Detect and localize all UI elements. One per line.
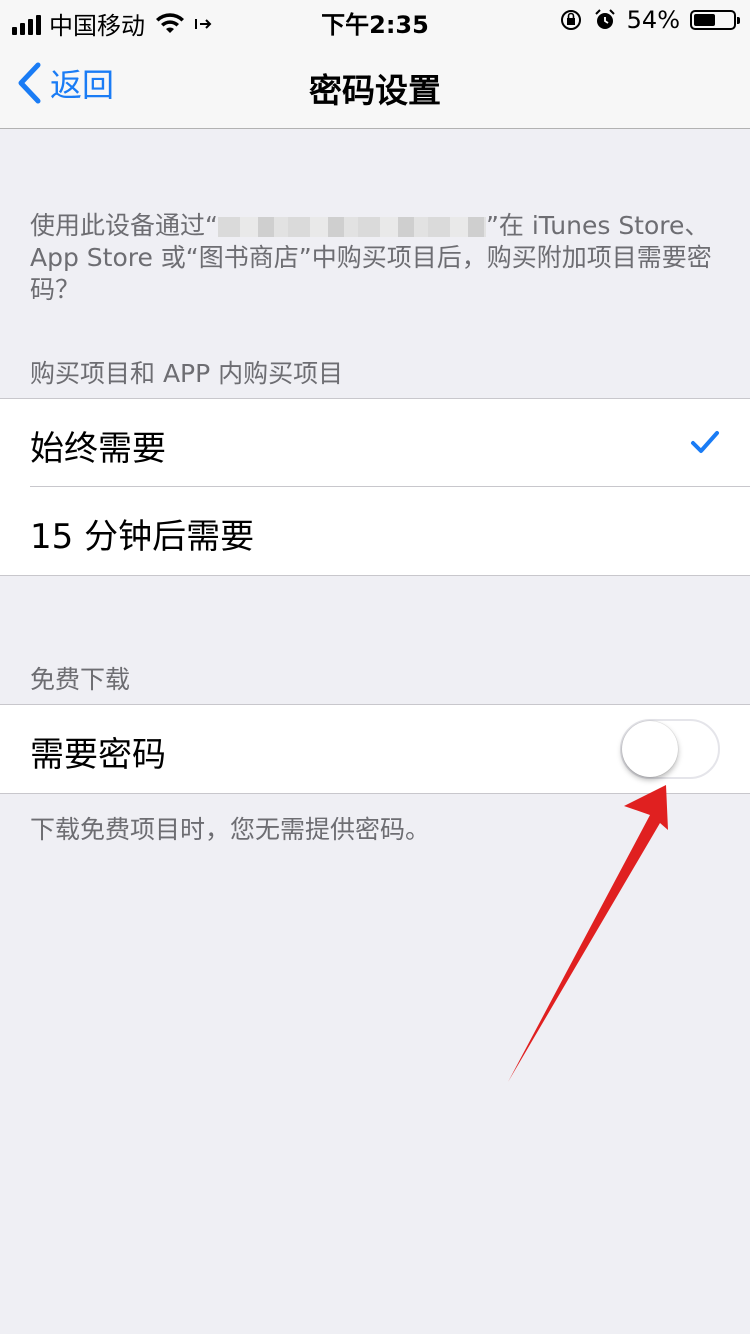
free-downloads-group: 需要密码	[0, 704, 750, 794]
battery-percent: 54%	[626, 6, 680, 34]
alarm-icon	[594, 9, 615, 29]
require-password-toggle[interactable]	[620, 719, 720, 779]
option-require-after-15-min[interactable]: 15 分钟后需要	[0, 487, 750, 575]
page-title: 密码设置	[309, 71, 441, 110]
option-label: 始终需要	[30, 429, 166, 469]
battery-icon	[690, 10, 740, 30]
option-always-require[interactable]: 始终需要	[0, 399, 750, 487]
toggle-knob	[622, 721, 678, 777]
status-right: 54%	[559, 6, 740, 34]
require-password-row: 需要密码	[0, 705, 750, 793]
free-downloads-footer: 下载免费项目时，您无需提供密码。	[30, 815, 431, 844]
section-header-purchases: 购买项目和 APP 内购买项目	[30, 359, 344, 388]
section-header-free-downloads: 免费下载	[30, 665, 131, 694]
purchase-options-group: 始终需要 15 分钟后需要	[0, 398, 750, 576]
battery-fill	[694, 14, 715, 26]
rotation-lock-icon	[560, 10, 581, 30]
navigation-bar: 返回 密码设置	[0, 40, 750, 129]
description-before: 使用此设备通过“	[30, 211, 218, 240]
redacted-account	[217, 217, 486, 237]
option-label: 15 分钟后需要	[30, 517, 255, 557]
checkmark-icon	[691, 431, 719, 453]
description-text: 使用此设备通过“ ”在 iTunes Store、App Store 或“图书商店…	[30, 210, 730, 306]
require-password-label: 需要密码	[30, 735, 166, 775]
status-bar: 中国移动 下午2:35 54%	[0, 0, 750, 40]
